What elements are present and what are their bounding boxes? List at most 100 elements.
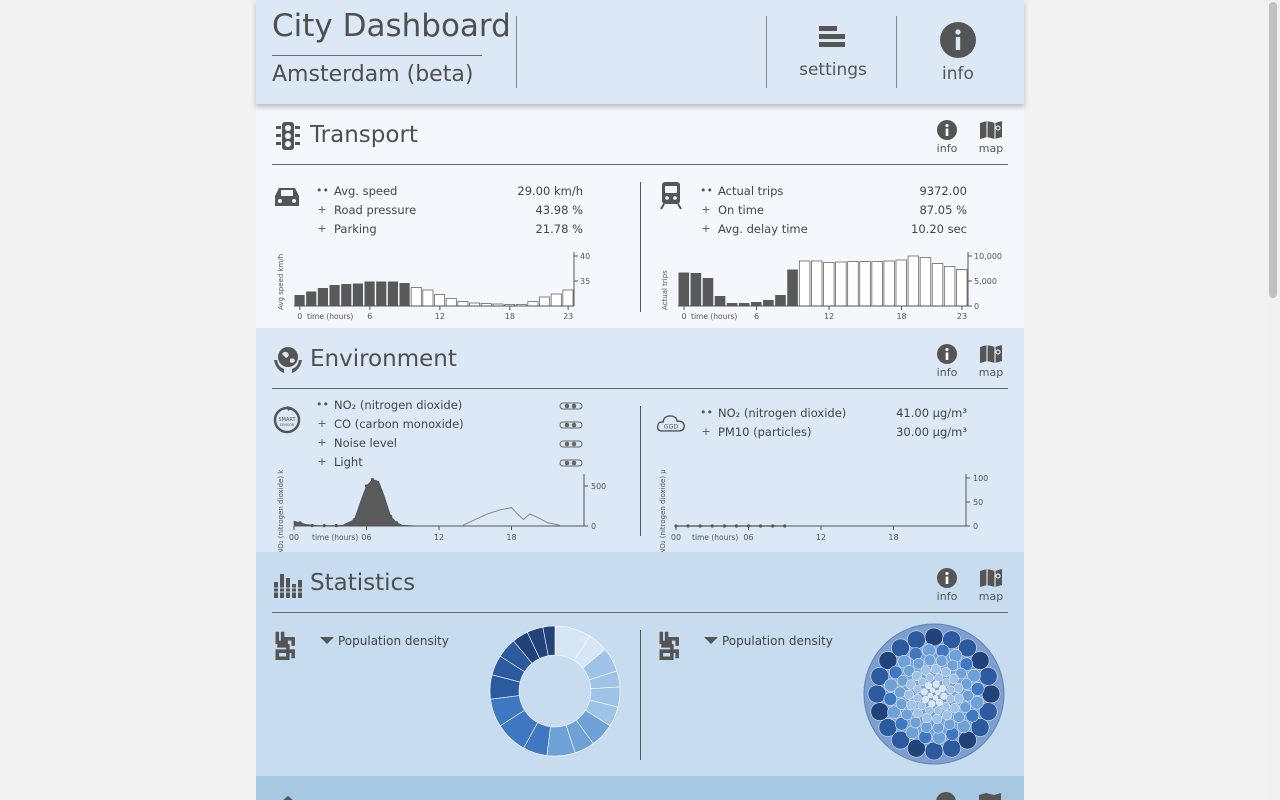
bubble[interactable]: [909, 716, 922, 729]
bubble[interactable]: [901, 708, 913, 721]
bar[interactable]: [871, 261, 883, 307]
metric-row[interactable]: + PM10 (particles) 30.00 μg/m³: [700, 425, 967, 444]
bubble[interactable]: [932, 721, 944, 734]
bubble[interactable]: [928, 700, 936, 708]
bar[interactable]: [859, 261, 871, 307]
bubble[interactable]: [932, 713, 943, 724]
metric-row[interactable]: •• NO₂ (nitrogen dioxide): [316, 398, 583, 417]
bar[interactable]: [306, 291, 317, 307]
bubble[interactable]: [949, 703, 960, 714]
map-icon[interactable]: [978, 792, 1002, 800]
bar[interactable]: [702, 278, 714, 306]
bar[interactable]: [847, 261, 859, 307]
settings-button[interactable]: settings: [796, 18, 870, 80]
bubble[interactable]: [946, 694, 955, 703]
bubble[interactable]: [924, 654, 936, 667]
bubble[interactable]: [953, 683, 964, 694]
bar[interactable]: [294, 295, 305, 306]
add-series-icon[interactable]: +: [700, 425, 712, 438]
scrollbar-thumb[interactable]: [1269, 2, 1277, 298]
bar[interactable]: [823, 262, 835, 307]
bubble[interactable]: [913, 693, 922, 703]
bubble[interactable]: [925, 682, 933, 690]
metric-row[interactable]: + Noise level: [316, 436, 583, 455]
toggle-icon[interactable]: [559, 401, 583, 411]
bar[interactable]: [811, 260, 823, 307]
bar[interactable]: [399, 283, 410, 306]
active-series-icon[interactable]: ••: [316, 184, 329, 197]
add-series-icon[interactable]: +: [316, 417, 328, 430]
active-series-icon[interactable]: ••: [316, 398, 329, 411]
bubble[interactable]: [924, 741, 944, 761]
bubble[interactable]: [934, 673, 943, 682]
add-series-icon[interactable]: +: [316, 436, 328, 449]
bubble[interactable]: [946, 685, 955, 695]
bar[interactable]: [883, 260, 895, 307]
bubble[interactable]: [867, 684, 887, 704]
metric-row[interactable]: + Light: [316, 455, 583, 474]
bubble[interactable]: [917, 701, 927, 711]
metric-row[interactable]: + Parking 21.78 %: [316, 222, 583, 241]
right-population-dropdown[interactable]: Population density: [704, 634, 833, 648]
bar[interactable]: [329, 285, 340, 306]
bubble[interactable]: [906, 699, 917, 710]
statistics-info-button[interactable]: info: [932, 568, 962, 603]
data-point[interactable]: [364, 484, 369, 488]
bar[interactable]: [690, 273, 702, 306]
info-button[interactable]: info: [928, 22, 988, 84]
bar[interactable]: [457, 301, 469, 307]
bubble[interactable]: [895, 698, 908, 710]
add-series-icon[interactable]: +: [316, 203, 328, 216]
bar[interactable]: [445, 298, 457, 307]
toggle-icon[interactable]: [559, 458, 583, 468]
bar[interactable]: [317, 288, 328, 306]
bubble[interactable]: [921, 712, 933, 724]
bar[interactable]: [763, 300, 774, 306]
bar[interactable]: [364, 281, 375, 307]
bubble[interactable]: [917, 677, 927, 687]
left-population-dropdown[interactable]: Population density: [320, 634, 449, 648]
bubble[interactable]: [941, 677, 951, 687]
bubble[interactable]: [920, 721, 933, 733]
bar[interactable]: [787, 269, 798, 307]
bar[interactable]: [931, 263, 944, 307]
bubble[interactable]: [940, 692, 948, 700]
add-series-icon[interactable]: +: [316, 455, 328, 468]
toggle-icon[interactable]: [559, 420, 583, 430]
bubble[interactable]: [932, 694, 939, 701]
statistics-map-button[interactable]: map: [976, 568, 1006, 603]
environment-info-button[interactable]: info: [932, 344, 962, 379]
bar[interactable]: [895, 259, 907, 307]
bar[interactable]: [422, 289, 434, 307]
bubble[interactable]: [940, 666, 951, 678]
bubble[interactable]: [925, 706, 934, 715]
page-scrollbar[interactable]: [1266, 0, 1280, 800]
add-series-icon[interactable]: +: [700, 203, 712, 216]
transport-map-button[interactable]: map: [976, 120, 1006, 155]
metric-row[interactable]: •• Actual trips 9372.00: [700, 184, 967, 203]
bubble[interactable]: [920, 688, 928, 696]
bar[interactable]: [434, 294, 446, 307]
bubble[interactable]: [907, 630, 926, 650]
metric-row[interactable]: •• Avg. speed 29.00 km/h: [316, 184, 583, 203]
bubble[interactable]: [934, 689, 941, 696]
bubble[interactable]: [922, 695, 930, 703]
data-point[interactable]: [395, 521, 399, 525]
metric-row[interactable]: + CO (carbon monoxide): [316, 417, 583, 436]
active-series-icon[interactable]: ••: [700, 406, 713, 419]
bar[interactable]: [775, 295, 786, 306]
bubble[interactable]: [894, 686, 906, 699]
bar[interactable]: [527, 301, 539, 307]
bubble[interactable]: [941, 701, 951, 711]
bubble[interactable]: [953, 711, 965, 723]
add-series-icon[interactable]: +: [316, 222, 328, 235]
bubble[interactable]: [959, 701, 972, 713]
bubble[interactable]: [978, 667, 998, 686]
bubble[interactable]: [878, 718, 898, 737]
data-point[interactable]: [352, 518, 357, 522]
bubble[interactable]: [933, 706, 943, 715]
bubble[interactable]: [903, 689, 915, 700]
bar[interactable]: [798, 260, 811, 307]
data-point[interactable]: [376, 487, 381, 491]
bubble[interactable]: [935, 698, 943, 706]
